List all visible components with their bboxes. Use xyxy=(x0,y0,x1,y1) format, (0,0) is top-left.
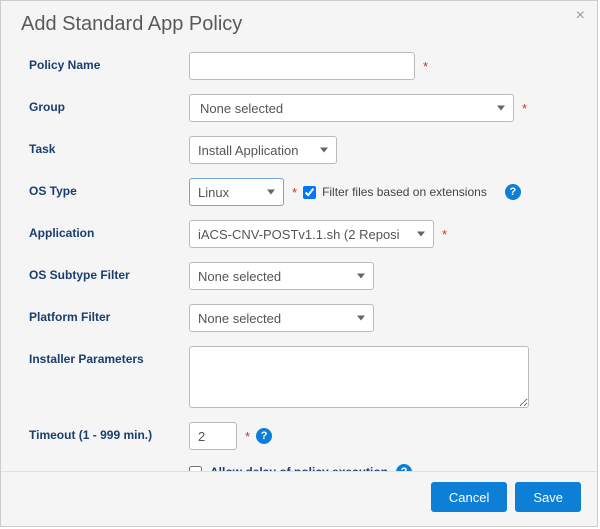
timeout-input[interactable] xyxy=(189,422,237,450)
task-select[interactable]: Install Application xyxy=(189,136,337,164)
cancel-button[interactable]: Cancel xyxy=(431,482,507,512)
label-group: Group xyxy=(29,94,189,114)
label-platform-filter: Platform Filter xyxy=(29,304,189,324)
label-timeout: Timeout (1 - 999 min.) xyxy=(29,422,189,442)
required-marker: * xyxy=(423,59,428,74)
label-os-type: OS Type xyxy=(29,178,189,198)
platform-filter-select[interactable]: None selected xyxy=(189,304,374,332)
label-os-subtype: OS Subtype Filter xyxy=(29,262,189,282)
installer-parameters-input[interactable] xyxy=(189,346,529,408)
help-icon[interactable]: ? xyxy=(505,184,521,200)
label-task: Task xyxy=(29,136,189,156)
group-select[interactable]: None selected xyxy=(189,94,514,122)
filter-extensions-checkbox[interactable] xyxy=(303,186,316,199)
application-select[interactable]: iACS-CNV-POSTv1.1.sh (2 Reposi xyxy=(189,220,434,248)
required-marker: * xyxy=(442,227,447,242)
dialog-title: Add Standard App Policy xyxy=(21,13,577,36)
task-value: Install Application xyxy=(198,143,298,158)
row-installer-params: Installer Parameters xyxy=(29,346,577,408)
row-os-type: OS Type Linux * Filter files based on ex… xyxy=(29,178,577,206)
row-policy-name: Policy Name * xyxy=(29,52,577,80)
group-value: None selected xyxy=(200,101,283,116)
row-application: Application iACS-CNV-POSTv1.1.sh (2 Repo… xyxy=(29,220,577,248)
required-marker: * xyxy=(522,101,527,116)
label-policy-name: Policy Name xyxy=(29,52,189,72)
row-platform-filter: Platform Filter None selected xyxy=(29,304,577,332)
dialog-body: Policy Name * Group None selected * Task… xyxy=(1,44,597,522)
filter-extensions-label: Filter files based on extensions xyxy=(322,185,487,199)
row-task: Task Install Application xyxy=(29,136,577,164)
row-group: Group None selected * xyxy=(29,94,577,122)
policy-name-input[interactable] xyxy=(189,52,415,80)
os-type-select[interactable]: Linux xyxy=(189,178,284,206)
row-timeout: Timeout (1 - 999 min.) * ? xyxy=(29,422,577,450)
dialog: Add Standard App Policy × Policy Name * … xyxy=(0,0,598,527)
save-button[interactable]: Save xyxy=(515,482,581,512)
close-icon[interactable]: × xyxy=(576,7,585,25)
os-subtype-select[interactable]: None selected xyxy=(189,262,374,290)
os-subtype-value: None selected xyxy=(198,269,281,284)
help-icon[interactable]: ? xyxy=(256,428,272,444)
platform-filter-value: None selected xyxy=(198,311,281,326)
application-value: iACS-CNV-POSTv1.1.sh (2 Reposi xyxy=(198,227,400,242)
label-application: Application xyxy=(29,220,189,240)
label-installer-params: Installer Parameters xyxy=(29,346,189,366)
row-os-subtype: OS Subtype Filter None selected xyxy=(29,262,577,290)
os-type-value: Linux xyxy=(198,185,229,200)
dialog-header: Add Standard App Policy × xyxy=(1,1,597,44)
dialog-footer: Cancel Save xyxy=(1,471,597,526)
required-marker: * xyxy=(292,185,297,200)
required-marker: * xyxy=(245,429,250,444)
chevron-down-icon xyxy=(497,106,505,111)
